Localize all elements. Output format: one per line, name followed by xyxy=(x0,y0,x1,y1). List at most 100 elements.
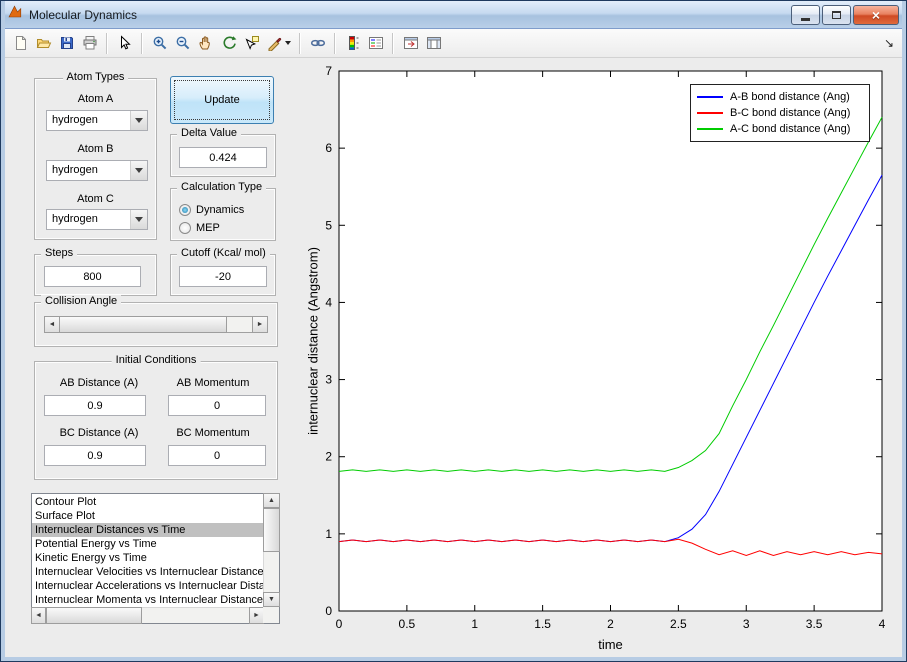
scrollbar-corner xyxy=(263,607,279,623)
plot-type-listbox: Contour Plot Surface Plot Internuclear D… xyxy=(31,493,280,624)
bc-momentum-field[interactable] xyxy=(168,445,266,466)
ab-momentum-field[interactable] xyxy=(168,395,266,416)
dock-figure-icon[interactable]: ↘ xyxy=(884,36,894,50)
slider-left-arrow[interactable]: ◄ xyxy=(44,316,60,333)
show-plot-tools-button[interactable] xyxy=(422,32,445,55)
atom-c-dropdown-arrow-icon[interactable] xyxy=(130,210,147,229)
vertical-scroll-thumb[interactable] xyxy=(263,508,280,552)
zoom-out-button[interactable] xyxy=(171,32,194,55)
scroll-up-arrow[interactable]: ▲ xyxy=(263,493,280,508)
radio-dynamics[interactable]: Dynamics xyxy=(179,204,244,216)
radio-mep[interactable]: MEP xyxy=(179,222,220,234)
open-file-icon xyxy=(36,35,52,51)
axes-canvas[interactable]: 00.511.522.533.5401234567 xyxy=(291,63,903,659)
vertical-scroll-track[interactable] xyxy=(264,552,279,593)
atom-c-dropdown[interactable]: hydrogen xyxy=(46,209,148,230)
data-cursor-button[interactable] xyxy=(240,32,263,55)
app-icon xyxy=(7,4,23,25)
atom-a-dropdown[interactable]: hydrogen xyxy=(46,110,148,131)
slider-thumb[interactable] xyxy=(59,316,227,333)
scroll-right-arrow[interactable]: ► xyxy=(249,607,264,624)
atom-a-dropdown-arrow-icon[interactable] xyxy=(130,111,147,130)
pan-hand-icon xyxy=(198,35,214,51)
atom-c-label: Atom C xyxy=(34,193,157,205)
insert-legend-button[interactable] xyxy=(364,32,387,55)
legend-label-ab: A-B bond distance (Ang) xyxy=(730,91,850,103)
pan-button[interactable] xyxy=(194,32,217,55)
brush-data-button[interactable] xyxy=(263,32,294,55)
toolbar-separator xyxy=(392,33,394,54)
list-item[interactable]: Internuclear Velocities vs Internuclear … xyxy=(32,565,263,579)
steps-field[interactable] xyxy=(44,266,141,287)
listbox-horizontal-scrollbar[interactable]: ◄ ► xyxy=(32,607,263,623)
legend-label-bc: B-C bond distance (Ang) xyxy=(730,107,850,119)
cutoff-field[interactable] xyxy=(179,266,267,287)
legend-line-ac xyxy=(697,128,723,130)
toolbar-separator xyxy=(334,33,336,54)
x-axis-label: time xyxy=(339,637,882,652)
collision-angle-slider[interactable]: ◄ ► xyxy=(44,316,268,333)
listbox-items: Contour Plot Surface Plot Internuclear D… xyxy=(32,494,263,607)
svg-text:2: 2 xyxy=(607,617,614,631)
plot-legend[interactable]: A-B bond distance (Ang) B-C bond distanc… xyxy=(690,84,870,142)
list-item[interactable]: Internuclear Distances vs Time xyxy=(32,523,263,537)
brush-icon xyxy=(267,35,283,51)
slider-track[interactable] xyxy=(227,317,252,332)
bc-distance-label: BC Distance (A) xyxy=(44,427,154,439)
svg-text:2: 2 xyxy=(325,450,332,464)
legend-entry: A-B bond distance (Ang) xyxy=(697,89,863,105)
zoom-in-button[interactable] xyxy=(148,32,171,55)
toolbar-separator xyxy=(299,33,301,54)
link-icon xyxy=(310,35,326,51)
maximize-button[interactable] xyxy=(822,5,851,25)
hide-plot-tools-icon xyxy=(403,35,419,51)
minimize-button[interactable] xyxy=(791,5,820,25)
plot-area[interactable]: 00.511.522.533.5401234567 xyxy=(291,63,903,659)
link-plots-button[interactable] xyxy=(306,32,329,55)
toolbar-separator xyxy=(141,33,143,54)
rotate-3d-button[interactable] xyxy=(217,32,240,55)
hide-plot-tools-button[interactable] xyxy=(399,32,422,55)
scroll-down-arrow[interactable]: ▼ xyxy=(263,592,280,607)
svg-text:0: 0 xyxy=(336,617,343,631)
y-axis-label: internuclear distance (Angstrom) xyxy=(306,247,321,435)
bc-distance-field[interactable] xyxy=(44,445,146,466)
update-button[interactable]: Update xyxy=(170,76,274,124)
bc-momentum-label: BC Momentum xyxy=(158,427,268,439)
open-file-button[interactable] xyxy=(32,32,55,55)
slider-right-arrow[interactable]: ► xyxy=(252,316,268,333)
print-figure-button[interactable] xyxy=(78,32,101,55)
window-controls: × xyxy=(789,5,899,25)
legend-line-bc xyxy=(697,112,723,114)
brush-dropdown-caret-icon[interactable] xyxy=(285,41,291,45)
insert-colorbar-button[interactable] xyxy=(341,32,364,55)
list-item[interactable]: Internuclear Momenta vs Internuclear Dis… xyxy=(32,593,263,607)
list-item[interactable]: Potential Energy vs Time xyxy=(32,537,263,551)
colorbar-icon xyxy=(345,35,361,51)
scroll-left-arrow[interactable]: ◄ xyxy=(31,607,46,624)
list-item[interactable]: Contour Plot xyxy=(32,495,263,509)
legend-icon xyxy=(368,35,384,51)
listbox-vertical-scrollbar[interactable]: ▲ ▼ xyxy=(263,494,279,607)
svg-text:5: 5 xyxy=(325,218,332,232)
data-cursor-icon xyxy=(244,35,260,51)
list-item[interactable]: Kinetic Energy vs Time xyxy=(32,551,263,565)
zoom-out-icon xyxy=(175,35,191,51)
horizontal-scroll-thumb[interactable] xyxy=(46,607,142,624)
list-item[interactable]: Internuclear Accelerations vs Internucle… xyxy=(32,579,263,593)
save-figure-button[interactable] xyxy=(55,32,78,55)
delta-value-field[interactable] xyxy=(179,147,267,168)
atom-b-dropdown[interactable]: hydrogen xyxy=(46,160,148,181)
horizontal-scroll-track[interactable] xyxy=(142,608,249,623)
new-document-button[interactable] xyxy=(9,32,32,55)
edit-plot-pointer-button[interactable] xyxy=(113,32,136,55)
rotate-3d-icon xyxy=(221,35,237,51)
radio-mep-label: MEP xyxy=(196,222,220,234)
close-button[interactable]: × xyxy=(853,5,899,25)
ab-distance-field[interactable] xyxy=(44,395,146,416)
svg-text:1: 1 xyxy=(325,527,332,541)
svg-text:4: 4 xyxy=(325,295,332,309)
atom-b-dropdown-arrow-icon[interactable] xyxy=(130,161,147,180)
list-item[interactable]: Surface Plot xyxy=(32,509,263,523)
svg-text:1.5: 1.5 xyxy=(534,617,551,631)
